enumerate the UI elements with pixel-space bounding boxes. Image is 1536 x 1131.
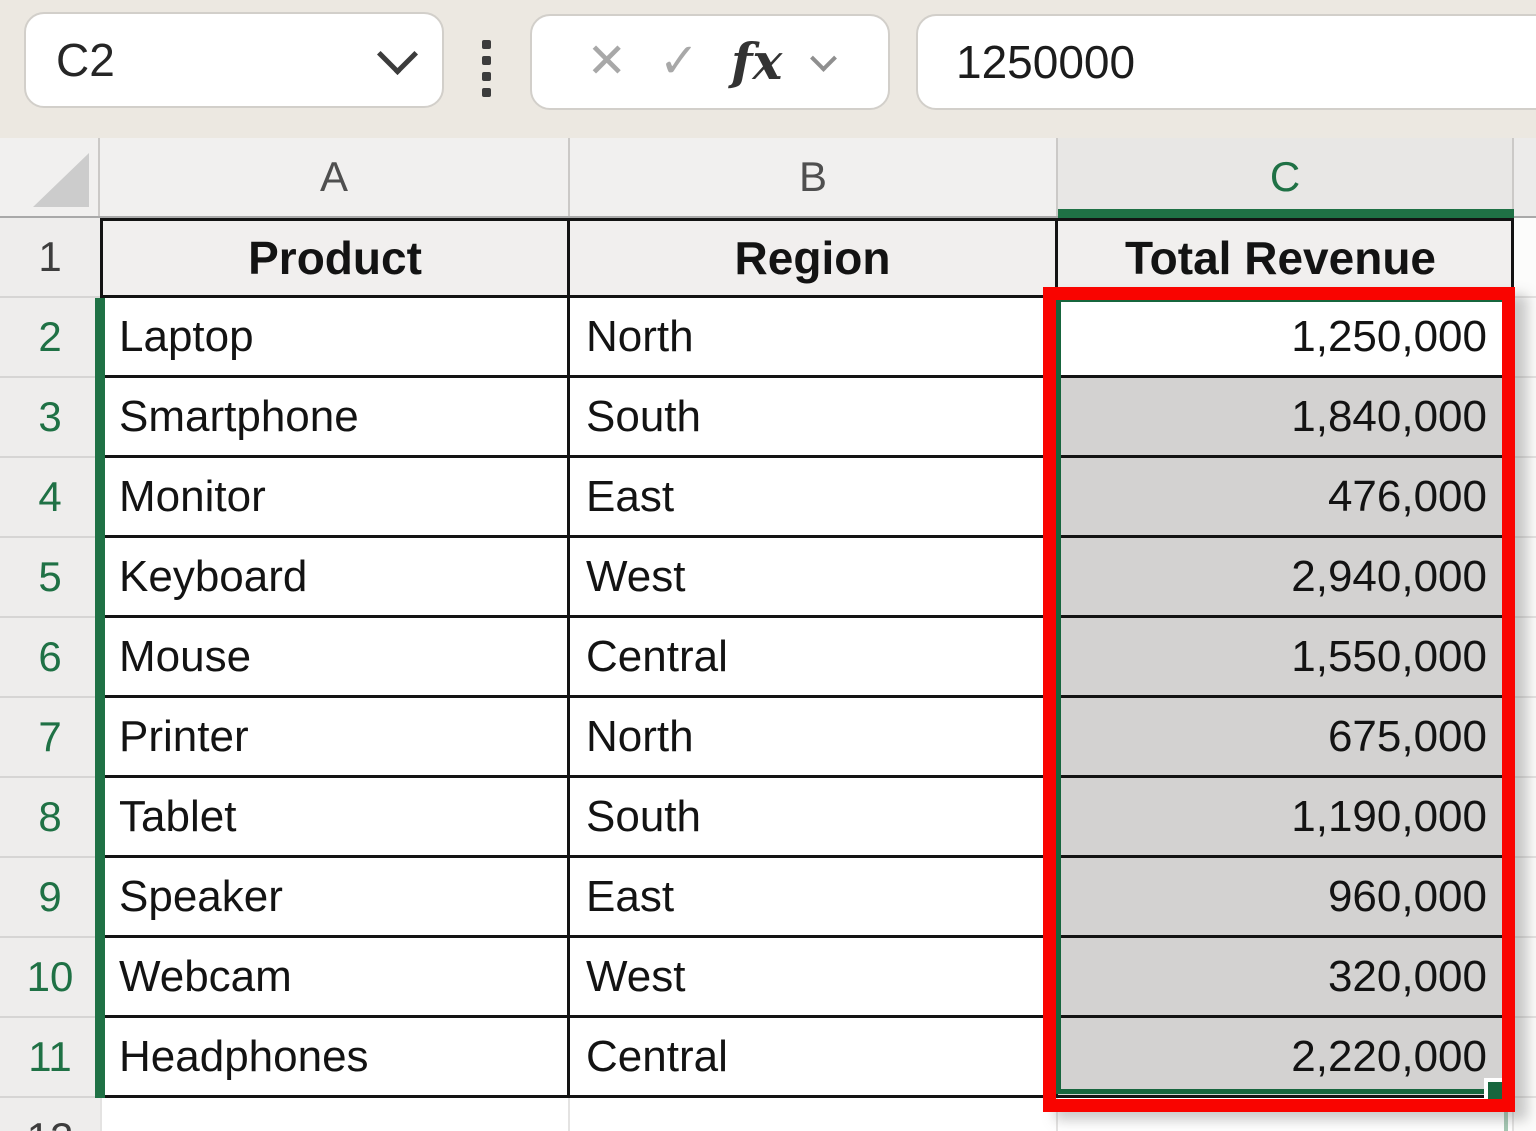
cell-B9[interactable]: East	[570, 858, 1058, 938]
formula-bar-value: 1250000	[956, 35, 1135, 89]
cell-B4[interactable]: East	[570, 458, 1058, 538]
cell-D7-sliver[interactable]	[1514, 698, 1536, 778]
cell-B11[interactable]: Central	[570, 1018, 1058, 1098]
row-header-10[interactable]: 10	[0, 938, 100, 1018]
select-all-triangle-icon	[33, 153, 89, 207]
enter-icon[interactable]: ✓	[659, 38, 699, 86]
cell-D1-sliver[interactable]	[1514, 218, 1536, 298]
row-header-2[interactable]: 2	[0, 298, 100, 378]
cell-B12[interactable]	[570, 1098, 1058, 1131]
column-header-d-sliver[interactable]	[1514, 138, 1536, 216]
row-header-1[interactable]: 1	[0, 218, 100, 298]
cell-D4-sliver[interactable]	[1514, 458, 1536, 538]
cell-A7[interactable]: Printer	[100, 698, 570, 778]
cell-A4[interactable]: Monitor	[100, 458, 570, 538]
column-header-row: A B C	[0, 138, 1536, 218]
cell-B6[interactable]: Central	[570, 618, 1058, 698]
row-header-3[interactable]: 3	[0, 378, 100, 458]
name-box-chevron-down-icon[interactable]	[377, 33, 418, 74]
cell-B2[interactable]: North	[570, 298, 1058, 378]
column-header-c[interactable]: C	[1058, 138, 1514, 216]
row-header-8[interactable]: 8	[0, 778, 100, 858]
cell-D10-sliver[interactable]	[1514, 938, 1536, 1018]
row-header-11[interactable]: 11	[0, 1018, 100, 1098]
cell-A1[interactable]: Product	[100, 218, 570, 298]
cell-B10[interactable]: West	[570, 938, 1058, 1018]
row-header-6[interactable]: 6	[0, 618, 100, 698]
cell-D3-sliver[interactable]	[1514, 378, 1536, 458]
cell-A6[interactable]: Mouse	[100, 618, 570, 698]
cell-D12-sliver[interactable]	[1514, 1098, 1536, 1131]
selection-gridline-hint	[1504, 1110, 1508, 1131]
cell-D9-sliver[interactable]	[1514, 858, 1536, 938]
select-all-button[interactable]	[0, 138, 100, 216]
cell-A2[interactable]: Laptop	[100, 298, 570, 378]
row-header-7[interactable]: 7	[0, 698, 100, 778]
cell-A11[interactable]: Headphones	[100, 1018, 570, 1098]
cell-A10[interactable]: Webcam	[100, 938, 570, 1018]
insert-function-icon[interactable]: fx	[731, 37, 782, 87]
cell-D8-sliver[interactable]	[1514, 778, 1536, 858]
row-header-5[interactable]: 5	[0, 538, 100, 618]
cell-D5-sliver[interactable]	[1514, 538, 1536, 618]
row-header-9[interactable]: 9	[0, 858, 100, 938]
cell-A8[interactable]: Tablet	[100, 778, 570, 858]
cell-D2-sliver[interactable]	[1514, 298, 1536, 378]
cell-A5[interactable]: Keyboard	[100, 538, 570, 618]
fx-chevron-down-icon[interactable]	[810, 45, 837, 72]
column-header-b[interactable]: B	[570, 138, 1058, 216]
column-header-a[interactable]: A	[100, 138, 570, 216]
cell-B8[interactable]: South	[570, 778, 1058, 858]
formula-bar[interactable]: 1250000	[916, 14, 1536, 110]
cancel-icon[interactable]: ✕	[587, 38, 627, 86]
cell-B1[interactable]: Region	[570, 218, 1058, 298]
selected-column-accent-bar	[1058, 209, 1514, 218]
name-box[interactable]: C2	[24, 12, 444, 108]
selected-rows-accent-bar	[95, 298, 105, 1098]
row-header-12[interactable]: 12	[0, 1098, 100, 1131]
cell-A12[interactable]	[100, 1098, 570, 1131]
cell-D6-sliver[interactable]	[1514, 618, 1536, 698]
annotation-red-box	[1043, 287, 1515, 1112]
formula-controls: ✕ ✓ fx	[530, 14, 890, 110]
cell-A9[interactable]: Speaker	[100, 858, 570, 938]
cell-A3[interactable]: Smartphone	[100, 378, 570, 458]
cell-C1[interactable]: Total Revenue	[1058, 218, 1514, 298]
cell-D11-sliver[interactable]	[1514, 1018, 1536, 1098]
toolbar-drag-handle-icon	[482, 40, 491, 97]
cell-B7[interactable]: North	[570, 698, 1058, 778]
name-box-value: C2	[56, 33, 115, 87]
cell-B3[interactable]: South	[570, 378, 1058, 458]
row-header-4[interactable]: 4	[0, 458, 100, 538]
excel-window: C2 ✕ ✓ fx 1250000 A B C 1 Product Region…	[0, 0, 1536, 1131]
cell-B5[interactable]: West	[570, 538, 1058, 618]
table-row: 1 Product Region Total Revenue	[0, 218, 1536, 298]
